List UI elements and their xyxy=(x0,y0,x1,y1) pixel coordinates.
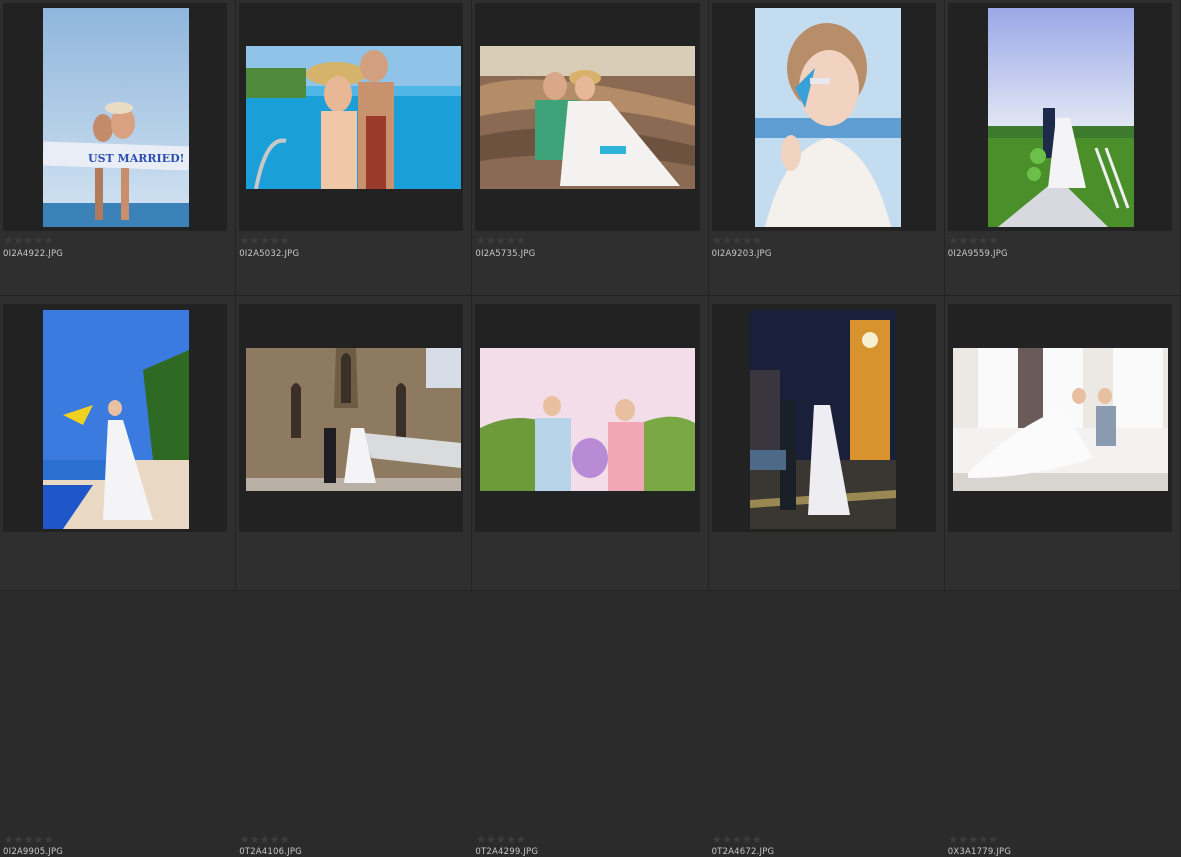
thumbnail-cell[interactable]: 0T2A4299.JPG xyxy=(472,296,709,857)
rating-stars[interactable] xyxy=(712,236,762,245)
star-icon[interactable] xyxy=(14,236,23,245)
star-icon[interactable] xyxy=(260,236,270,245)
photo-thumbnail[interactable] xyxy=(987,8,1134,227)
thumbnail-filename: 0I2A9559.JPG xyxy=(947,249,1008,259)
star-icon[interactable] xyxy=(280,835,290,844)
star-icon[interactable] xyxy=(4,835,13,844)
photo-thumbnail[interactable] xyxy=(246,348,462,491)
photo-thumbnail[interactable] xyxy=(480,348,696,491)
star-icon[interactable] xyxy=(44,236,53,245)
star-icon[interactable] xyxy=(44,835,53,844)
rating-stars[interactable] xyxy=(948,835,998,844)
star-icon[interactable] xyxy=(958,835,968,844)
star-icon[interactable] xyxy=(948,236,958,245)
star-icon[interactable] xyxy=(968,835,978,844)
photo-thumbnail[interactable] xyxy=(749,310,896,529)
star-icon[interactable] xyxy=(240,835,250,844)
thumbnail-filename: 0I2A5032.JPG xyxy=(239,249,300,259)
star-icon[interactable] xyxy=(24,236,33,245)
star-icon[interactable] xyxy=(260,835,270,844)
thumbnail-filename: 0T2A4672.JPG xyxy=(711,847,775,857)
star-icon[interactable] xyxy=(732,236,742,245)
rating-stars[interactable] xyxy=(712,835,762,844)
star-icon[interactable] xyxy=(476,835,486,844)
thumbnail-filename: 0T2A4106.JPG xyxy=(239,847,302,857)
star-icon[interactable] xyxy=(516,236,526,245)
star-icon[interactable] xyxy=(742,236,752,245)
star-icon[interactable] xyxy=(752,835,762,844)
thumbnail-cell[interactable]: UST MARRIED! 0I2A4922.JPG xyxy=(0,0,237,296)
thumbnail-filename: 0T2A4299.JPG xyxy=(475,847,539,857)
star-icon[interactable] xyxy=(742,835,752,844)
star-icon[interactable] xyxy=(270,835,280,844)
star-icon[interactable] xyxy=(250,236,260,245)
thumbnail-filename: 0I2A9905.JPG xyxy=(3,847,64,857)
photo-thumbnail[interactable]: UST MARRIED! xyxy=(43,8,189,227)
thumbnail-filename: 0I2A4922.JPG xyxy=(3,249,64,259)
star-icon[interactable] xyxy=(506,835,516,844)
photo-thumbnail[interactable] xyxy=(43,310,189,529)
star-icon[interactable] xyxy=(506,236,516,245)
rating-stars[interactable] xyxy=(476,236,526,245)
star-icon[interactable] xyxy=(978,236,988,245)
rating-stars[interactable] xyxy=(476,835,526,844)
thumbnail-cell[interactable]: 0I2A5735.JPG xyxy=(472,0,709,296)
thumbnail-filename: 0X3A1779.JPG xyxy=(947,847,1012,857)
thumbnail-filename: 0I2A9203.JPG xyxy=(711,249,772,259)
star-icon[interactable] xyxy=(988,236,998,245)
photo-thumbnail[interactable] xyxy=(952,348,1168,491)
star-icon[interactable] xyxy=(988,835,998,844)
thumbnail-cell[interactable]: 0T2A4106.JPG xyxy=(236,296,473,857)
rating-stars[interactable] xyxy=(4,236,53,245)
star-icon[interactable] xyxy=(240,236,250,245)
thumbnail-filename: 0I2A5735.JPG xyxy=(475,249,536,259)
star-icon[interactable] xyxy=(496,236,506,245)
star-icon[interactable] xyxy=(34,236,43,245)
photo-thumbnail[interactable] xyxy=(480,46,696,189)
star-icon[interactable] xyxy=(34,835,43,844)
star-icon[interactable] xyxy=(476,236,486,245)
star-icon[interactable] xyxy=(978,835,988,844)
star-icon[interactable] xyxy=(752,236,762,245)
star-icon[interactable] xyxy=(516,835,526,844)
star-icon[interactable] xyxy=(712,835,722,844)
rating-stars[interactable] xyxy=(240,835,290,844)
star-icon[interactable] xyxy=(722,835,732,844)
star-icon[interactable] xyxy=(24,835,33,844)
star-icon[interactable] xyxy=(14,835,23,844)
thumbnail-grid: UST MARRIED! 0I2A4922.JPG 0I2A5032.JPG 0… xyxy=(0,0,1181,857)
thumbnail-cell[interactable]: 0I2A5032.JPG xyxy=(236,0,473,296)
star-icon[interactable] xyxy=(722,236,732,245)
star-icon[interactable] xyxy=(968,236,978,245)
star-icon[interactable] xyxy=(496,835,506,844)
thumbnail-cell[interactable]: 0T2A4672.JPG xyxy=(708,296,945,857)
rating-stars[interactable] xyxy=(948,236,998,245)
thumbnail-cell[interactable]: 0I2A9905.JPG xyxy=(0,296,237,857)
thumbnail-cell[interactable]: 0I2A9559.JPG xyxy=(944,0,1181,296)
star-icon[interactable] xyxy=(486,835,496,844)
star-icon[interactable] xyxy=(958,236,968,245)
photo-thumbnail[interactable] xyxy=(754,8,901,227)
thumbnail-cell[interactable]: 0X3A1779.JPG xyxy=(944,296,1181,857)
star-icon[interactable] xyxy=(280,236,290,245)
thumbnail-cell[interactable]: 0I2A9203.JPG xyxy=(708,0,945,296)
photo-thumbnail[interactable] xyxy=(246,46,462,189)
star-icon[interactable] xyxy=(712,236,722,245)
star-icon[interactable] xyxy=(4,236,13,245)
rating-stars[interactable] xyxy=(4,835,53,844)
star-icon[interactable] xyxy=(486,236,496,245)
rating-stars[interactable] xyxy=(240,236,290,245)
banner-text: UST MARRIED! xyxy=(88,152,184,165)
star-icon[interactable] xyxy=(732,835,742,844)
star-icon[interactable] xyxy=(250,835,260,844)
star-icon[interactable] xyxy=(948,835,958,844)
star-icon[interactable] xyxy=(270,236,280,245)
